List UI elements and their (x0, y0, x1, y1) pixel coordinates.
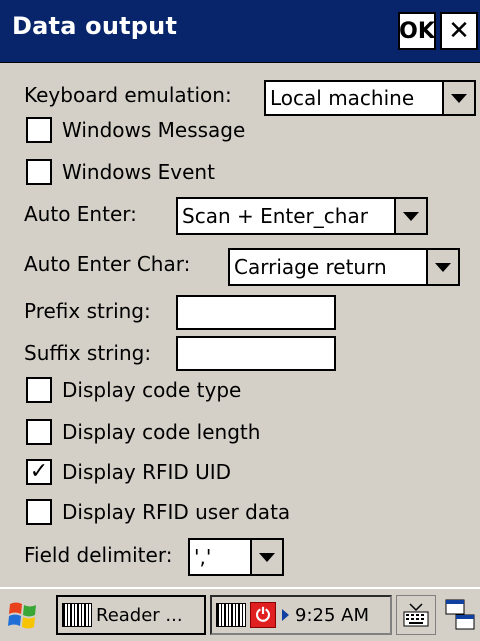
field-delimiter-label: Field delimiter: (24, 543, 173, 567)
auto-enter-char-select[interactable]: Carriage return (228, 248, 460, 286)
window-title: Data output (12, 12, 178, 40)
chevron-down-icon[interactable] (442, 82, 474, 114)
suffix-string-label: Suffix string: (24, 341, 152, 365)
display-code-type-row[interactable]: Display code type (26, 377, 241, 403)
keyboard-icon[interactable] (396, 595, 436, 635)
windows-message-label: Windows Message (62, 118, 246, 142)
windows-event-label: Windows Event (62, 160, 215, 184)
display-rfid-user-data-checkbox[interactable] (26, 499, 52, 525)
display-code-length-label: Display code length (62, 420, 261, 444)
power-icon[interactable]: ⏻ (250, 602, 276, 628)
display-rfid-uid-label: Display RFID UID (62, 460, 232, 484)
auto-enter-char-value: Carriage return (234, 255, 387, 279)
title-bar: Data output OK ✕ (0, 0, 480, 63)
field-delimiter-value: ',' (194, 545, 212, 569)
auto-enter-select[interactable]: Scan + Enter_char (176, 197, 428, 235)
display-rfid-user-data-label: Display RFID user data (62, 500, 291, 524)
barcode-icon[interactable] (216, 603, 246, 627)
display-rfid-uid-row[interactable]: ✓ Display RFID UID (26, 459, 231, 485)
windows-flag-icon[interactable] (6, 598, 40, 632)
keyboard-emulation-label: Keyboard emulation: (24, 83, 232, 107)
chevron-down-icon[interactable] (394, 199, 426, 233)
prefix-string-input[interactable] (176, 295, 336, 330)
display-code-length-row[interactable]: Display code length (26, 419, 260, 445)
task-switch-icon[interactable] (444, 597, 476, 633)
display-rfid-user-data-row[interactable]: Display RFID user data (26, 499, 290, 525)
ok-button[interactable]: OK (398, 12, 436, 50)
windows-event-checkbox[interactable] (26, 159, 52, 185)
keyboard-emulation-value: Local machine (270, 86, 415, 110)
keyboard-emulation-select[interactable]: Local machine (264, 80, 476, 116)
taskbar-reader-button[interactable]: Reader ... (56, 595, 206, 635)
windows-message-checkbox-row[interactable]: Windows Message (26, 117, 245, 143)
barcode-icon (62, 603, 92, 627)
display-code-type-label: Display code type (62, 378, 242, 402)
prefix-string-label: Prefix string: (24, 299, 151, 323)
windows-event-checkbox-row[interactable]: Windows Event (26, 159, 215, 185)
auto-enter-char-label: Auto Enter Char: (24, 252, 191, 276)
windows-message-checkbox[interactable] (26, 117, 52, 143)
suffix-string-input[interactable] (176, 336, 336, 371)
display-code-type-checkbox[interactable] (26, 377, 52, 403)
auto-enter-label: Auto Enter: (24, 202, 137, 226)
settings-panel: Keyboard emulation: Local machine Window… (0, 63, 480, 587)
chevron-down-icon[interactable] (250, 540, 282, 574)
tray-arrow-icon[interactable] (282, 609, 289, 621)
chevron-down-icon[interactable] (426, 250, 458, 284)
display-rfid-uid-checkbox[interactable]: ✓ (26, 459, 52, 485)
display-code-length-checkbox[interactable] (26, 419, 52, 445)
field-delimiter-select[interactable]: ',' (188, 538, 284, 576)
clock[interactable]: 9:25 AM (295, 605, 369, 626)
taskbar-reader-label: Reader ... (96, 604, 183, 626)
taskbar: Reader ... ⏻ 9:25 AM (0, 587, 480, 641)
auto-enter-value: Scan + Enter_char (182, 204, 368, 228)
system-tray: ⏻ 9:25 AM (210, 595, 392, 635)
close-button[interactable]: ✕ (440, 12, 478, 50)
